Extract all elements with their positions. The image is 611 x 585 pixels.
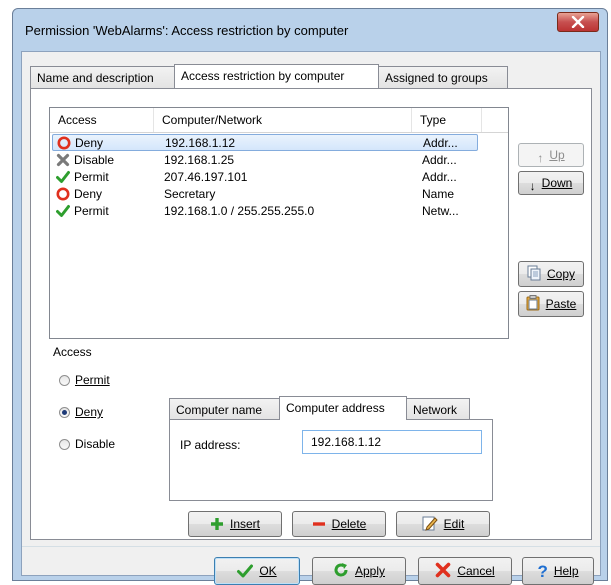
radio-dot [59, 407, 70, 418]
plus-icon [210, 518, 223, 530]
row-access: Permit [74, 204, 109, 218]
pencil-icon [422, 516, 438, 531]
arrow-down-icon: ↓ [529, 179, 536, 193]
row-address: 192.168.1.25 [164, 153, 235, 167]
paste-button[interactable]: Paste [518, 291, 584, 317]
permission-dialog: Permission 'WebAlarms': Access restricti… [12, 8, 608, 585]
window-title: Permission 'WebAlarms': Access restricti… [25, 23, 349, 38]
row-access: Deny [75, 136, 104, 150]
delete-label: Delete [331, 517, 367, 531]
permit-icon [56, 205, 70, 217]
apply-label: Apply [354, 564, 386, 578]
row-type: Netw... [422, 204, 459, 218]
tab-page-access-restriction: Access Computer/Network Type Deny 192.16… [30, 88, 592, 540]
edit-label: Edit [443, 517, 465, 531]
down-label: Down [541, 176, 573, 190]
row-access: Disable [74, 153, 115, 167]
row-type: Addr... [422, 153, 457, 167]
cancel-x-icon [436, 562, 451, 578]
help-icon: ? [537, 562, 548, 581]
radio-dot [59, 439, 70, 450]
subtab-network[interactable]: Network [406, 398, 470, 420]
radio-disable-label: Disable [75, 437, 116, 451]
tab-label: Name and description [37, 71, 154, 85]
ip-address-label: IP address: [180, 438, 241, 452]
insert-label: Insert [229, 517, 260, 531]
tab-label: Access restriction by computer [181, 69, 345, 83]
ok-label: OK [259, 564, 277, 578]
column-header-access[interactable]: Access [50, 108, 154, 132]
list-item[interactable]: Permit 207.46.197.101 Addr... [52, 169, 478, 186]
arrow-up-icon: ↑ [537, 151, 544, 165]
subtab-page-computer-address: IP address: 192.168.1.12 [169, 419, 493, 501]
row-access: Deny [74, 187, 103, 201]
column-header-type[interactable]: Type [412, 108, 482, 132]
row-address: 192.168.1.12 [165, 136, 236, 150]
list-item[interactable]: Disable 192.168.1.25 Addr... [52, 152, 478, 169]
access-list[interactable]: Access Computer/Network Type Deny 192.16… [49, 107, 509, 339]
list-item[interactable]: Deny Secretary Name [52, 186, 478, 203]
subtab-computer-name[interactable]: Computer name [169, 398, 280, 420]
help-label: Help [553, 564, 579, 578]
tab-label: Assigned to groups [385, 71, 488, 85]
cancel-label: Cancel [457, 564, 495, 578]
close-button[interactable] [557, 12, 599, 32]
up-label: Up [549, 148, 565, 162]
disable-icon [56, 153, 70, 167]
radio-deny[interactable]: Deny [59, 405, 103, 419]
radio-disable[interactable]: Disable [59, 437, 115, 451]
dialog-client-area: Name and description Access restriction … [21, 51, 601, 585]
refresh-icon [334, 563, 348, 577]
title-bar[interactable]: Permission 'WebAlarms': Access restricti… [13, 9, 607, 51]
row-address: 207.46.197.101 [164, 170, 248, 184]
list-header: Access Computer/Network Type [50, 108, 508, 133]
row-access: Permit [74, 170, 109, 184]
radio-dot [59, 375, 70, 386]
radio-deny-label: Deny [75, 405, 104, 419]
row-type: Name [422, 187, 455, 201]
tab-assigned-to-groups[interactable]: Assigned to groups [378, 66, 508, 88]
delete-button[interactable]: Delete [292, 511, 386, 537]
row-address: 192.168.1.0 / 255.255.255.0 [164, 204, 315, 218]
checkmark-icon [237, 564, 254, 578]
radio-permit-label: Permit [75, 373, 110, 387]
row-type: Addr... [422, 170, 457, 184]
access-group-label: Access [51, 345, 94, 359]
list-item[interactable]: Permit 192.168.1.0 / 255.255.255.0 Netw.… [52, 203, 478, 220]
deny-icon [57, 136, 71, 150]
insert-button[interactable]: Insert [188, 511, 282, 537]
subtab-label: Computer address [286, 401, 385, 415]
paste-icon [526, 295, 540, 311]
edit-button[interactable]: Edit [396, 511, 490, 537]
radio-permit[interactable]: Permit [59, 373, 110, 387]
list-item[interactable]: Deny 192.168.1.12 Addr... [52, 134, 478, 151]
footer-separator [22, 546, 600, 547]
up-button[interactable]: ↑ Up [518, 143, 584, 167]
tab-access-restriction[interactable]: Access restriction by computer [174, 64, 379, 88]
close-x-icon [571, 16, 585, 28]
paste-label: Paste [545, 297, 577, 311]
subtab-computer-address[interactable]: Computer address [279, 396, 407, 420]
minus-icon [312, 522, 325, 526]
tab-name-and-description[interactable]: Name and description [30, 66, 175, 88]
copy-label: Copy [546, 267, 575, 281]
row-type: Addr... [423, 136, 458, 150]
column-header-computer-network[interactable]: Computer/Network [154, 108, 412, 132]
permit-icon [56, 171, 70, 183]
ip-address-input[interactable]: 192.168.1.12 [302, 430, 482, 454]
subtab-label: Computer name [176, 403, 263, 417]
copy-icon [527, 265, 541, 281]
down-button[interactable]: ↓ Down [518, 171, 584, 195]
subtab-label: Network [413, 403, 458, 417]
row-address: Secretary [164, 187, 216, 201]
copy-button[interactable]: Copy [518, 261, 584, 287]
deny-icon [56, 187, 70, 201]
